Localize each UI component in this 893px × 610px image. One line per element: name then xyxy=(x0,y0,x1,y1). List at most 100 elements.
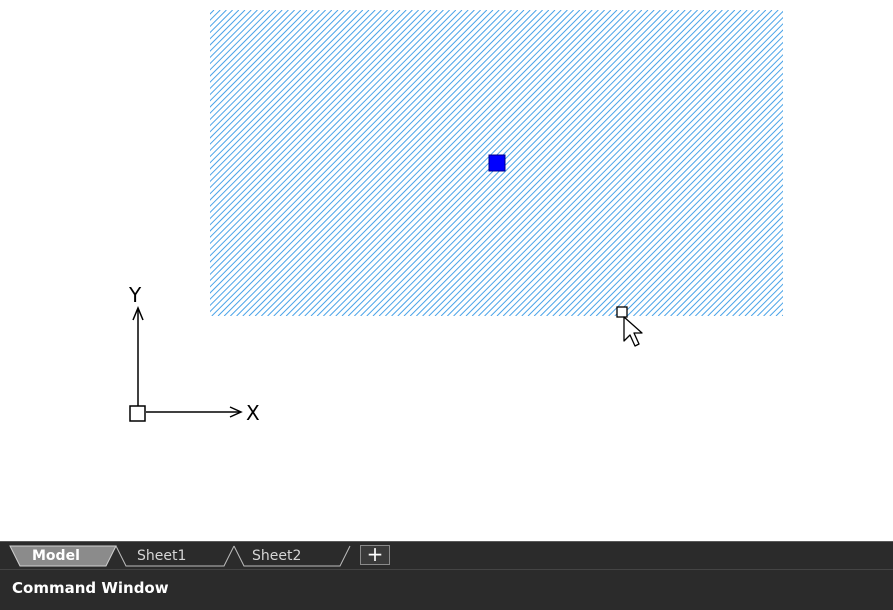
hatch-line xyxy=(763,295,783,316)
hatch-line xyxy=(0,10,78,316)
hatch-line xyxy=(888,10,893,316)
hatch-line xyxy=(210,10,295,96)
hatch-line xyxy=(210,10,382,183)
hatch-line xyxy=(210,10,432,232)
hatch-line xyxy=(850,10,893,316)
layout-tabs-shapes xyxy=(9,545,351,567)
hatch-line xyxy=(210,10,345,145)
hatch-object[interactable] xyxy=(0,10,893,316)
hatch-line xyxy=(210,10,469,269)
add-layout-button[interactable]: + xyxy=(360,544,390,565)
hatch-line xyxy=(807,10,893,316)
hatch-line xyxy=(0,10,3,316)
hatch-line xyxy=(0,10,121,316)
hatch-line xyxy=(0,10,34,316)
hatch-line xyxy=(210,10,401,201)
ucs-y-label: Y xyxy=(128,283,142,307)
command-window-title: Command Window xyxy=(12,579,169,597)
hatch-line xyxy=(719,252,783,316)
app-window: Y X Model Sheet1 Sheet2 + Command Window xyxy=(0,0,893,610)
hatch-line xyxy=(316,10,624,316)
hatch-line xyxy=(329,10,636,316)
hatch-line xyxy=(881,10,893,316)
hatch-line xyxy=(832,10,893,316)
hatch-line xyxy=(210,10,500,300)
tab-sheet2[interactable]: Sheet2 xyxy=(252,546,301,566)
hatch-line xyxy=(0,10,84,316)
hatch-line xyxy=(826,10,893,316)
hatch-line xyxy=(210,10,364,164)
hatch-line xyxy=(0,10,59,316)
hatch-line xyxy=(540,72,783,316)
hatch-line xyxy=(354,10,661,316)
hatch-line xyxy=(366,10,674,316)
hatch-line xyxy=(279,10,587,316)
hatch-line xyxy=(583,116,783,316)
hatch-line xyxy=(571,103,783,316)
hatch-line xyxy=(416,10,723,316)
hatch-line xyxy=(273,10,581,316)
hatch-line xyxy=(323,10,630,316)
hatch-line xyxy=(403,10,711,316)
drawing-canvas[interactable]: Y X xyxy=(0,0,893,541)
hatch-line xyxy=(0,10,152,316)
hatch-line xyxy=(546,78,783,316)
hatch-line xyxy=(210,10,252,52)
hatch-line xyxy=(502,35,783,316)
hatch-line xyxy=(440,10,748,316)
hatch-line xyxy=(210,10,444,245)
hatch-line xyxy=(0,10,65,316)
hatch-line xyxy=(0,10,171,316)
hatch-line xyxy=(577,109,783,316)
hatch-line xyxy=(0,10,208,316)
hatch-line xyxy=(0,10,177,316)
hatch-line xyxy=(210,10,326,127)
hatch-line xyxy=(210,10,450,251)
hatch-line xyxy=(304,10,612,316)
hatch-line xyxy=(210,10,370,170)
hatch-line xyxy=(210,10,283,83)
hatch-line xyxy=(210,10,233,34)
hatch-grip[interactable] xyxy=(488,154,506,172)
hatch-line xyxy=(0,10,164,316)
hatch-line xyxy=(552,85,783,316)
hatch-line xyxy=(0,10,90,316)
hatch-line xyxy=(210,10,506,307)
hatch-line xyxy=(838,10,893,316)
hatch-line xyxy=(285,10,593,316)
hatch-line xyxy=(378,10,686,316)
hatch-line xyxy=(210,10,395,195)
tab-sheet1[interactable]: Sheet1 xyxy=(137,546,186,566)
hatch-line xyxy=(210,10,488,288)
hatch-line xyxy=(210,10,357,158)
hatch-line xyxy=(210,10,512,313)
hatch-line xyxy=(0,10,140,316)
hatch-line xyxy=(509,41,783,316)
tab-model[interactable]: Model xyxy=(32,546,80,566)
hatch-line xyxy=(261,10,568,316)
hatch-line xyxy=(0,10,202,316)
hatch-line xyxy=(211,10,519,316)
hatch-line xyxy=(0,10,96,316)
hatch-line xyxy=(210,10,376,176)
hatch-line xyxy=(775,308,783,316)
ucs-x-label: X xyxy=(246,401,260,425)
hatch-line xyxy=(210,10,475,276)
hatch-line xyxy=(0,10,9,316)
hatch-line xyxy=(0,10,109,316)
hatch-line xyxy=(210,10,426,226)
hatch-line xyxy=(210,10,302,102)
hatch-line xyxy=(434,10,742,316)
hatch-line xyxy=(527,60,783,316)
hatch-line xyxy=(0,10,71,316)
hatch-line xyxy=(385,10,692,316)
cursor-icon xyxy=(616,306,643,347)
hatch-line xyxy=(0,10,158,316)
hatch-line xyxy=(819,10,893,316)
hatch-line xyxy=(428,10,736,316)
hatch-line xyxy=(813,10,893,316)
hatch-line xyxy=(372,10,680,316)
hatch-line xyxy=(757,289,783,316)
hatch-line xyxy=(267,10,574,316)
hatch-line xyxy=(210,10,320,121)
